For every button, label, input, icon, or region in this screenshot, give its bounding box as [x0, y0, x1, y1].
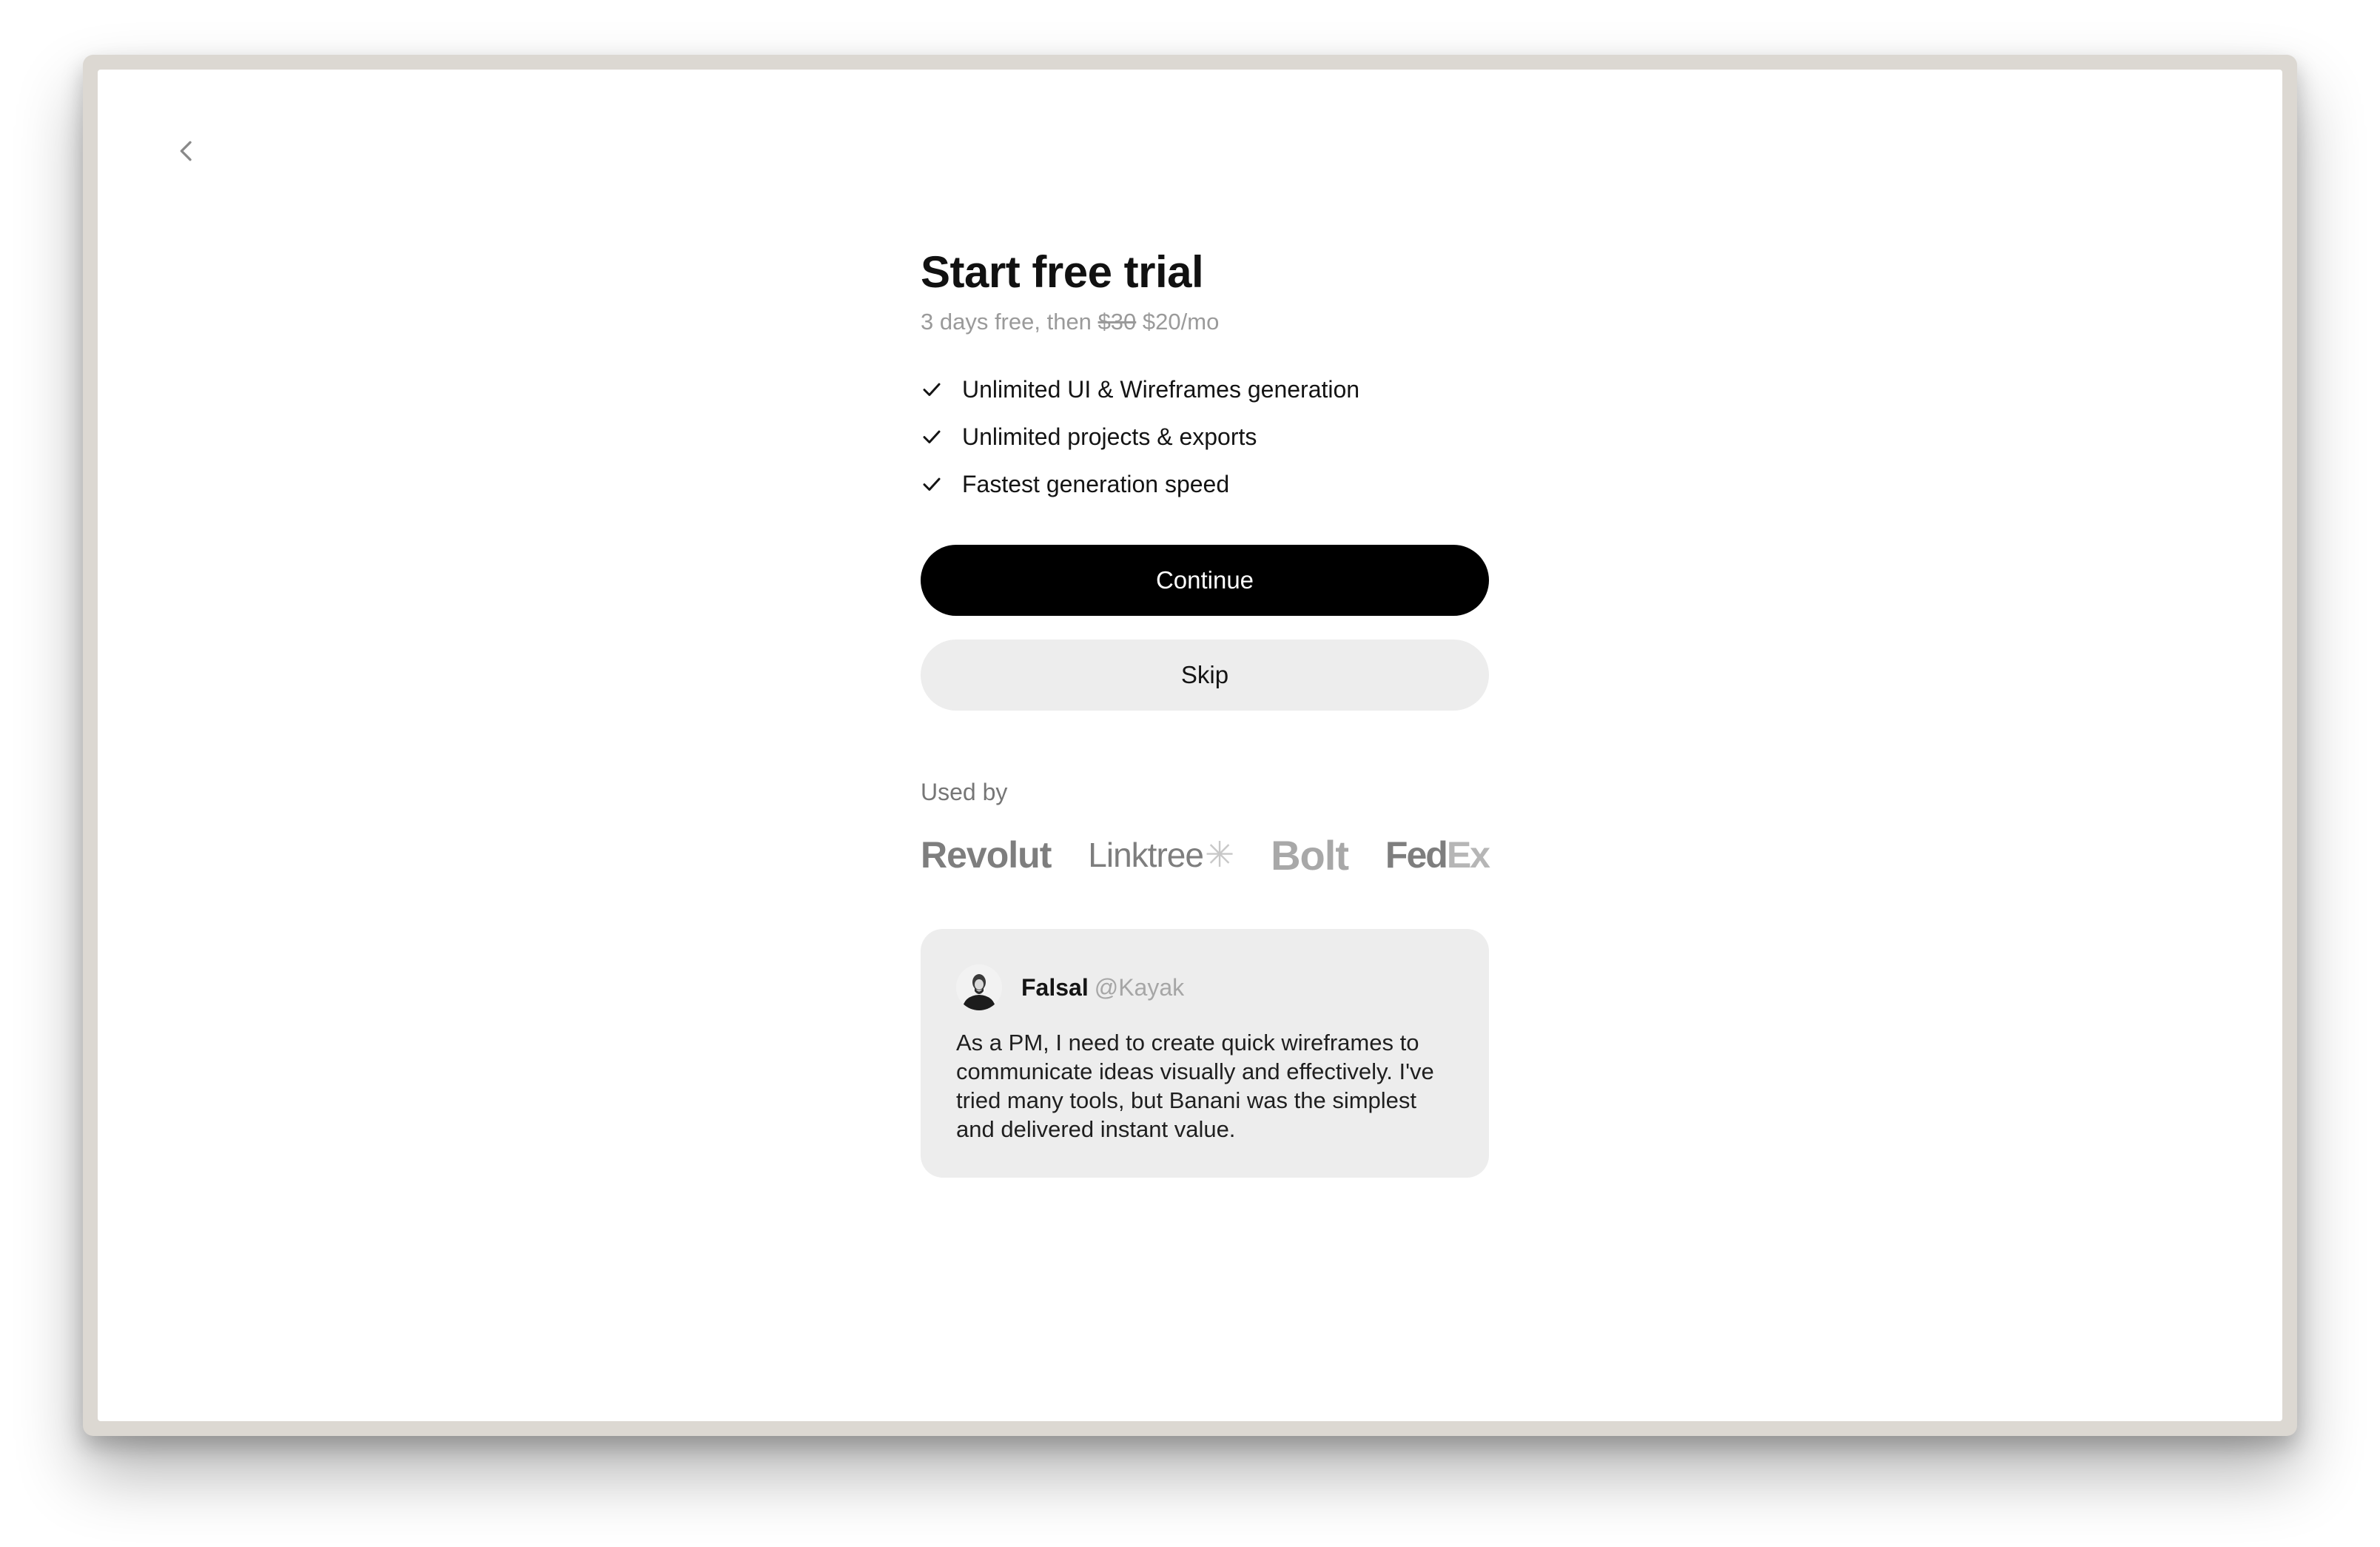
old-price: $30 — [1097, 309, 1137, 335]
feature-list: Unlimited UI & Wireframes generation Unl… — [921, 366, 1489, 508]
customer-logos: Revolut Linktree ✳ Bolt Fed Ex — [921, 825, 1490, 885]
app-window: Start free trial 3 days free, then $30 $… — [98, 70, 2282, 1421]
feature-item: Unlimited UI & Wireframes generation — [921, 366, 1489, 413]
testimonial-card: Falsal @Kayak As a PM, I need to create … — [921, 929, 1489, 1178]
feature-label: Fastest generation speed — [962, 470, 1230, 497]
check-icon — [921, 473, 943, 495]
page-title: Start free trial — [921, 247, 1204, 297]
testimonial-handle: @Kayak — [1094, 973, 1185, 1001]
linktree-asterisk-icon: ✳ — [1204, 836, 1234, 875]
avatar — [956, 964, 1002, 1010]
trial-panel: Start free trial 3 days free, then $30 $… — [921, 246, 1490, 1178]
revolut-logo: Revolut — [921, 834, 1052, 876]
chevron-left-icon — [180, 141, 192, 161]
window-frame: Start free trial 3 days free, then $30 $… — [83, 55, 2297, 1436]
linktree-wordmark: Linktree — [1088, 836, 1204, 874]
feature-item: Fastest generation speed — [921, 460, 1489, 508]
feature-label: Unlimited projects & exports — [962, 423, 1257, 450]
check-icon — [921, 426, 943, 448]
testimonial-author: Falsal — [1021, 973, 1089, 1001]
used-by-label: Used by — [921, 779, 1008, 805]
testimonial-quote: As a PM, I need to create quick wirefram… — [956, 1030, 1434, 1142]
fedex-logo: Fed Ex — [1385, 833, 1490, 876]
fedex-fed: Fed — [1385, 834, 1448, 876]
linktree-logo: Linktree ✳ — [1088, 834, 1234, 876]
fedex-ex: Ex — [1446, 834, 1490, 876]
feature-label: Unlimited UI & Wireframes generation — [962, 375, 1360, 403]
skip-button[interactable]: Skip — [921, 640, 1489, 711]
back-button[interactable] — [163, 127, 210, 175]
bolt-logo: Bolt — [1271, 831, 1349, 879]
new-price: $20/mo — [1142, 309, 1220, 335]
feature-item: Unlimited projects & exports — [921, 413, 1489, 460]
testimonial-header: Falsal @Kayak — [956, 964, 1453, 1010]
pricing-prefix: 3 days free, then — [921, 309, 1092, 335]
check-icon — [921, 378, 943, 400]
pricing-subtitle: 3 days free, then $30 $20/mo — [921, 305, 1489, 339]
continue-button[interactable]: Continue — [921, 545, 1489, 616]
